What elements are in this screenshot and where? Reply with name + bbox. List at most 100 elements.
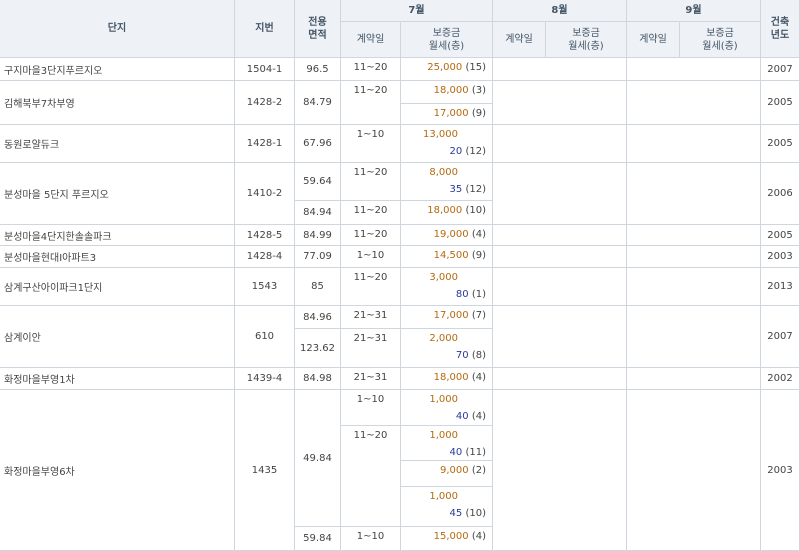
contract-day-text: 11~20 <box>353 430 388 441</box>
monthly-rent: 80 <box>455 289 469 300</box>
floor: (3) <box>471 85 486 96</box>
contract-day: 1~10 <box>341 527 401 551</box>
deposit: 18,000 <box>433 372 469 383</box>
header-price-7: 보증금 월세(층) <box>401 22 493 58</box>
contract-day-text: 11~20 <box>353 85 388 96</box>
contract-day-text: 1~10 <box>356 394 385 405</box>
month-9-empty <box>627 125 761 163</box>
price-cell: 2,000 70 (8) <box>401 329 493 368</box>
month-8-empty <box>493 306 627 368</box>
header-month-7: 7월 <box>341 0 493 22</box>
lot-number: 610 <box>235 306 295 368</box>
deposit-line: 14,500 (9) <box>401 250 492 261</box>
price-cell: 1,000 45 (10) <box>401 487 493 527</box>
rent-line: 40 (11) <box>401 447 492 458</box>
complex-name: 구지마을3단지푸르지오 <box>0 58 235 81</box>
deposit-line: 25,000 (15) <box>401 62 492 73</box>
deposit: 25,000 <box>427 62 463 73</box>
month-8-empty <box>493 58 627 81</box>
exclusive-area: 84.94 <box>295 201 341 225</box>
deposit: 14,500 <box>433 250 469 261</box>
month-8-empty <box>493 390 627 551</box>
monthly-rent: 20 <box>449 146 463 157</box>
month-8-empty <box>493 268 627 306</box>
monthly-rent: 45 <box>449 508 463 519</box>
deposit: 1,000 <box>429 394 458 405</box>
transaction-table: 단지 지번 전용 면적 7월 8월 9월 건축 년도 계약일 보증금 월세(층)… <box>0 0 800 551</box>
price-cell: 15,000 (4) <box>401 527 493 551</box>
lot-number: 1410-2 <box>235 163 295 225</box>
month-8-empty <box>493 163 627 225</box>
contract-day-text: 21~31 <box>353 310 388 321</box>
deposit: 17,000 <box>433 310 469 321</box>
lot-number: 1543 <box>235 268 295 306</box>
rent-line: 20 (12) <box>401 146 492 157</box>
floor: (9) <box>471 108 486 119</box>
lot-number: 1428-2 <box>235 81 295 125</box>
deposit: 3,000 <box>429 272 458 283</box>
monthly-rent: 40 <box>449 447 463 458</box>
lot-number: 1428-5 <box>235 225 295 246</box>
built-year: 2002 <box>761 368 800 390</box>
exclusive-area: 67.96 <box>295 125 341 163</box>
built-year: 2013 <box>761 268 800 306</box>
floor: (9) <box>471 250 486 261</box>
month-9-empty <box>627 163 761 225</box>
header-month-8: 8월 <box>493 0 627 22</box>
deposit: 15,000 <box>433 531 469 542</box>
exclusive-area: 59.84 <box>295 527 341 551</box>
header-contract-day-8: 계약일 <box>493 22 546 58</box>
deposit: 1,000 <box>429 491 458 502</box>
rent-line: 70 (8) <box>401 350 492 361</box>
header-price-8: 보증금 월세(층) <box>546 22 627 58</box>
contract-day: 21~31 <box>341 368 401 390</box>
contract-day: 11~20 <box>341 163 401 201</box>
floor: (11) <box>465 447 486 458</box>
complex-name: 화정마을부영1차 <box>0 368 235 390</box>
built-year: 2006 <box>761 163 800 225</box>
price-cell: 18,000 (10) <box>401 201 493 225</box>
lot-number: 1428-1 <box>235 125 295 163</box>
month-8-empty <box>493 246 627 268</box>
deposit: 18,000 <box>433 85 469 96</box>
floor: (12) <box>465 184 486 195</box>
floor: (4) <box>471 229 486 240</box>
deposit-line: 13,000 <box>401 129 492 140</box>
exclusive-area: 84.96 <box>295 306 341 329</box>
deposit-line: 2,000 <box>401 333 492 344</box>
contract-day: 11~20 <box>341 225 401 246</box>
complex-name: 분성마을 5단지 푸르지오 <box>0 163 235 225</box>
exclusive-area: 59.64 <box>295 163 341 201</box>
contract-day: 21~31 <box>341 329 401 368</box>
contract-day-text: 21~31 <box>353 333 388 344</box>
floor: (12) <box>465 146 486 157</box>
floor: (15) <box>465 62 486 73</box>
rent-line: 35 (12) <box>401 184 492 195</box>
header-month-9: 9월 <box>627 0 761 22</box>
built-year: 2003 <box>761 390 800 551</box>
month-8-empty <box>493 368 627 390</box>
built-year: 2005 <box>761 125 800 163</box>
contract-day-text: 11~20 <box>353 167 388 178</box>
price-cell: 1,000 40 (11) <box>401 426 493 461</box>
header-price-9: 보증금 월세(층) <box>680 22 761 58</box>
deposit: 9,000 <box>440 465 469 476</box>
price-cell: 18,000 (4) <box>401 368 493 390</box>
contract-day-text: 1~10 <box>356 531 385 542</box>
header-area: 전용 면적 <box>295 0 341 58</box>
deposit-line: 17,000 (9) <box>401 108 492 119</box>
contract-day-text: 11~20 <box>353 62 388 73</box>
deposit-line: 1,000 <box>401 430 492 441</box>
month-8-empty <box>493 225 627 246</box>
header-complex: 단지 <box>0 0 235 58</box>
price-cell: 17,000 (9) <box>401 104 493 125</box>
month-9-empty <box>627 225 761 246</box>
floor: (10) <box>465 508 486 519</box>
floor: (2) <box>471 465 486 476</box>
deposit-line: 3,000 <box>401 272 492 283</box>
rent-line: 40 (4) <box>401 411 492 422</box>
deposit-line: 18,000 (10) <box>401 205 492 216</box>
deposit: 17,000 <box>433 108 469 119</box>
complex-name: 분성마을현대I아파트3 <box>0 246 235 268</box>
floor: (1) <box>471 289 486 300</box>
